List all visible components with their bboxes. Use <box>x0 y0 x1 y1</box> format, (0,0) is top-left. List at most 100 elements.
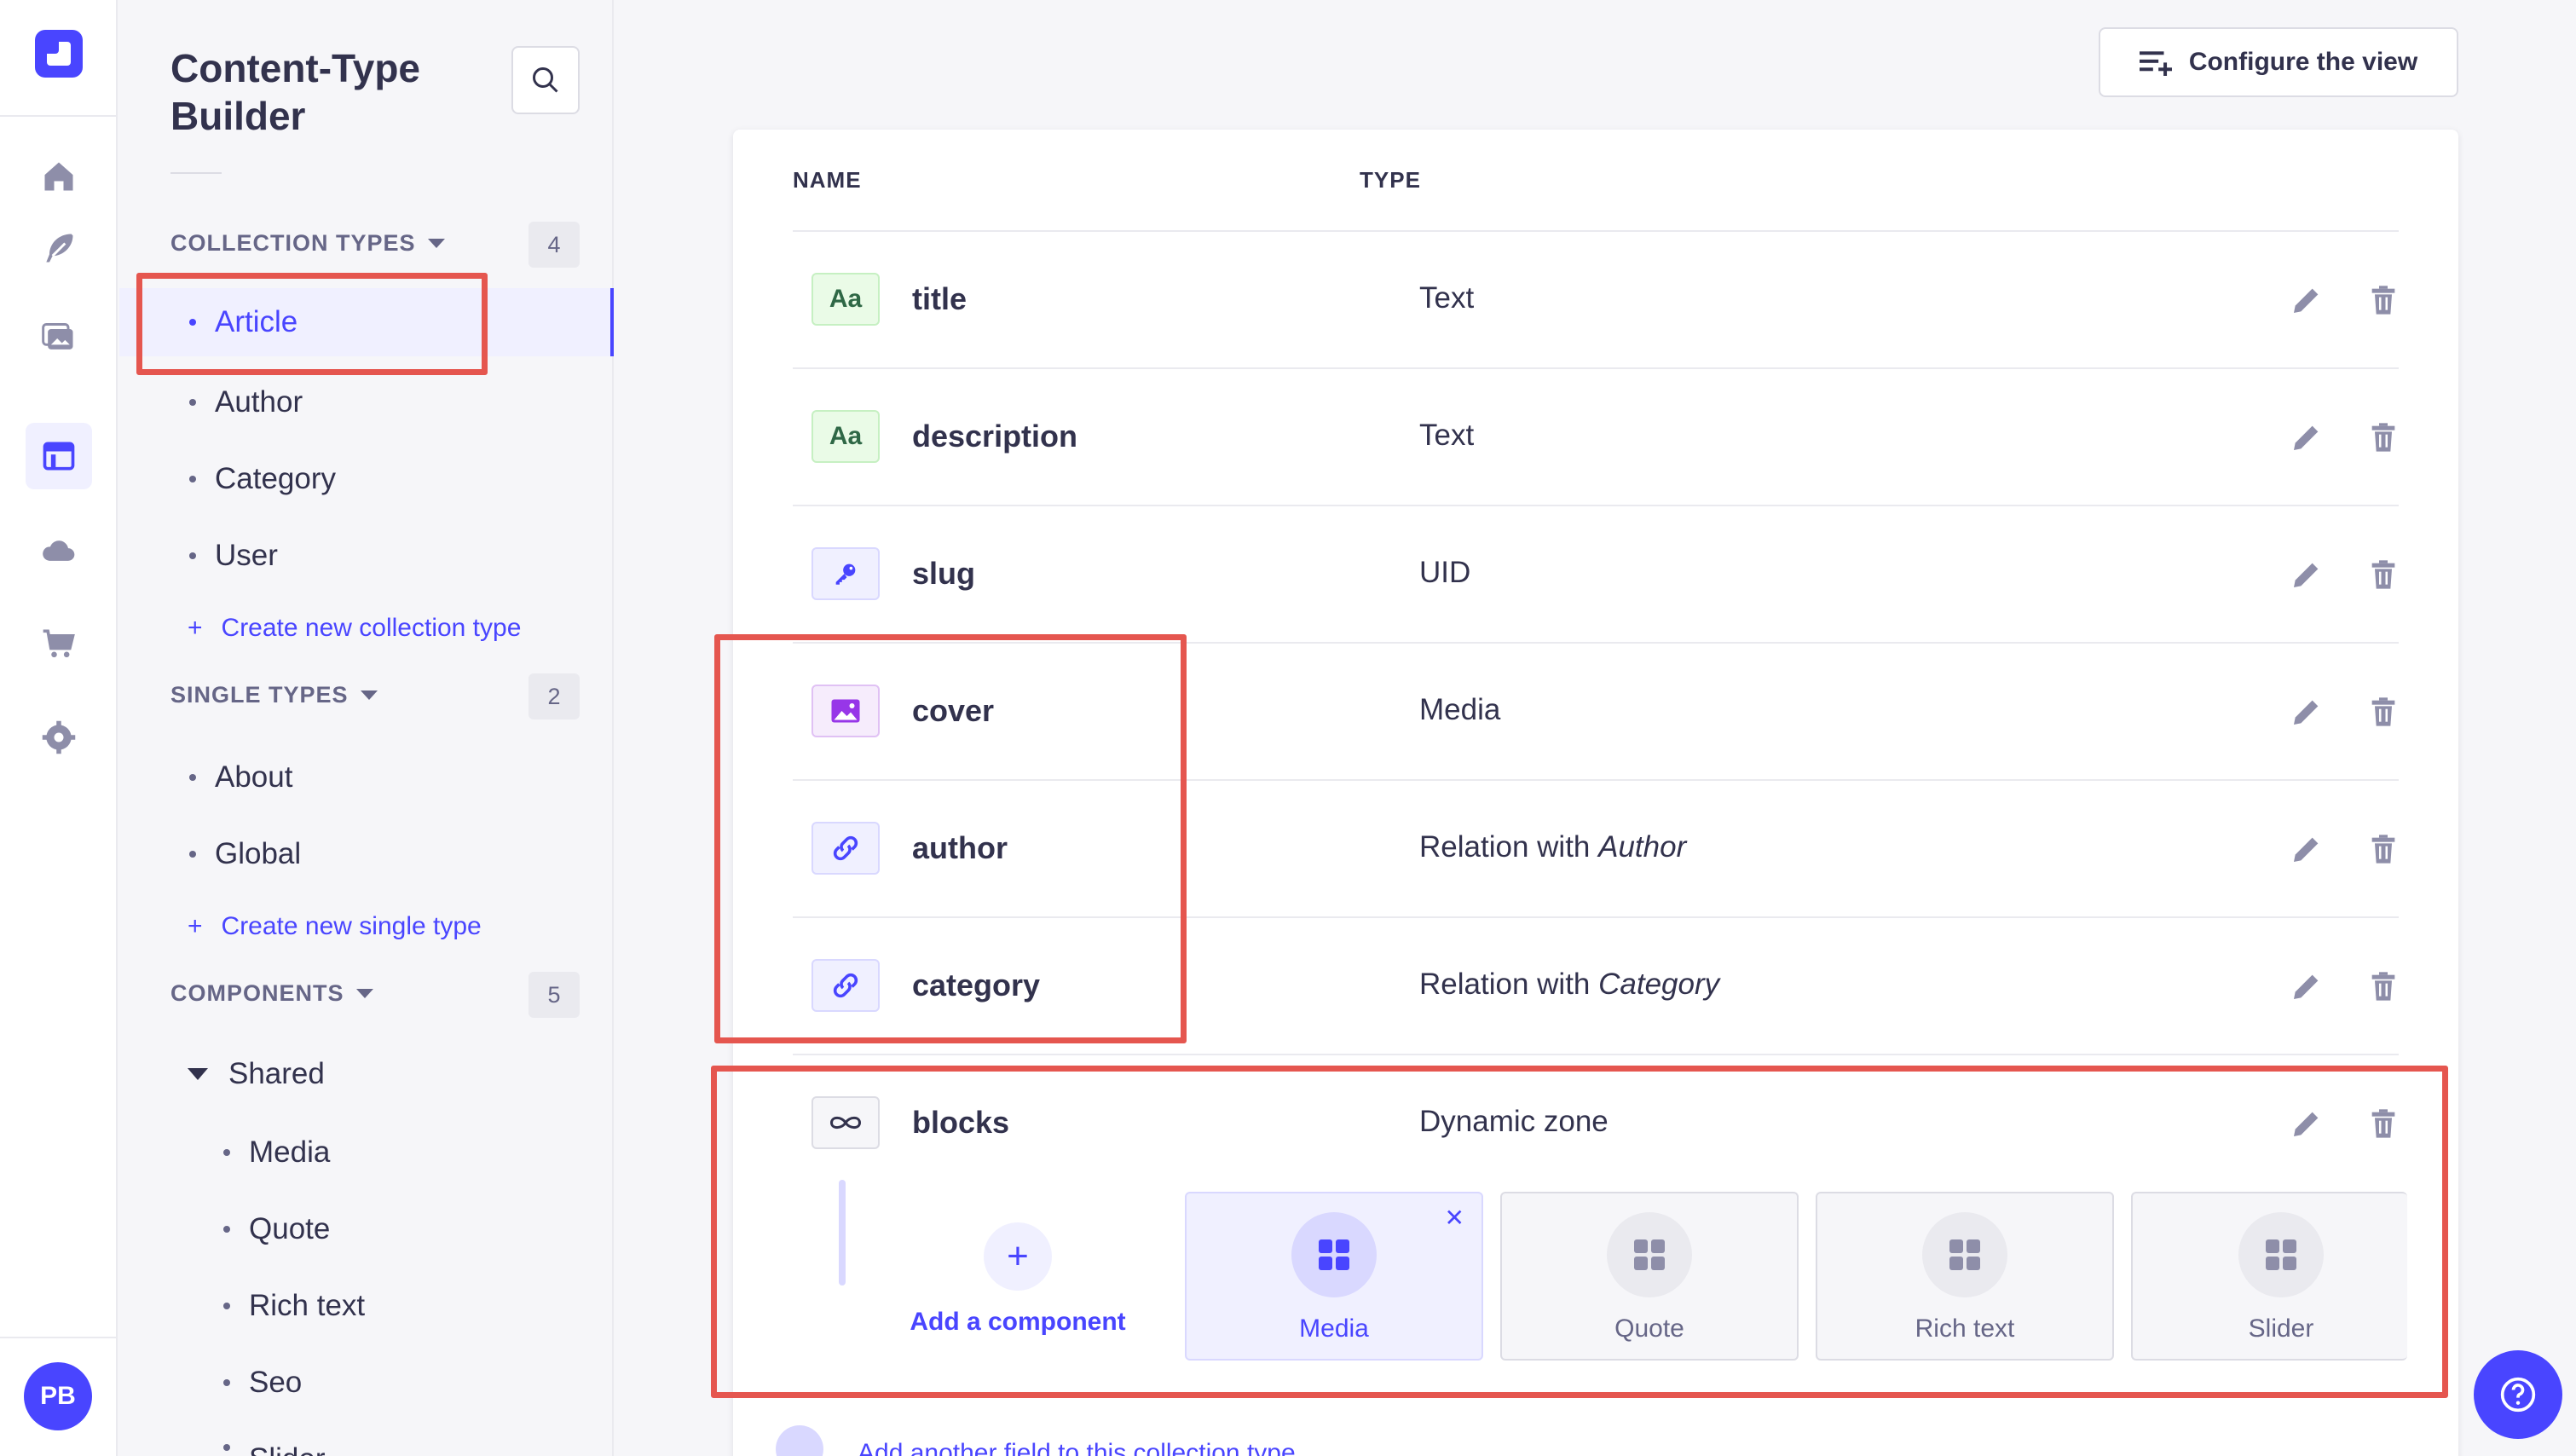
add-another-field-button[interactable]: Add another field to this collection typ… <box>776 1425 1296 1456</box>
nav-item-label: Rich text <box>249 1289 366 1322</box>
create-collection-type-link[interactable]: + Create new collection type <box>188 607 546 650</box>
trash-icon[interactable] <box>2366 420 2400 454</box>
field-type: UID <box>1419 556 1471 589</box>
text-icon: Aa <box>811 410 880 463</box>
plus-icon: + <box>188 614 203 642</box>
create-single-type-link[interactable]: + Create new single type <box>188 905 546 948</box>
nav-item-about[interactable]: About <box>119 743 614 812</box>
bullet <box>223 1149 230 1156</box>
layout-icon[interactable] <box>26 423 92 489</box>
feather-icon[interactable] <box>26 215 92 281</box>
rail-divider-bottom <box>0 1337 118 1338</box>
pencil-icon[interactable] <box>2290 695 2324 729</box>
nav-item-component-slider[interactable]: Slider <box>119 1425 614 1456</box>
search-button[interactable] <box>511 46 580 114</box>
caret-down-icon <box>427 238 445 248</box>
search-icon <box>533 67 558 93</box>
create-label: Create new collection type <box>221 614 522 642</box>
logo-notch <box>47 42 59 54</box>
plus-circle-icon <box>776 1425 823 1456</box>
nav-item-category[interactable]: Category <box>119 445 614 513</box>
configure-view-button[interactable]: Configure the view <box>2099 27 2458 97</box>
pencil-icon[interactable] <box>2290 558 2324 592</box>
bullet <box>223 1379 230 1386</box>
media-library-icon[interactable] <box>26 305 92 372</box>
group-label: Shared <box>228 1057 325 1090</box>
cart-icon[interactable] <box>26 610 92 677</box>
settings-gear-icon[interactable] <box>26 704 92 771</box>
plus-icon: + <box>188 912 203 940</box>
nav-item-label: Global <box>215 837 302 870</box>
table-row[interactable]: Aa title Text <box>793 232 2399 369</box>
section-single-types[interactable]: SINGLE TYPES 2 <box>170 673 580 719</box>
nav-item-author[interactable]: Author <box>119 368 614 436</box>
component-group-shared[interactable]: Shared <box>188 1049 325 1100</box>
pencil-icon[interactable] <box>2290 420 2324 454</box>
key-icon <box>811 547 880 600</box>
field-name: slug <box>912 556 976 591</box>
table-row[interactable]: Aa description Text <box>793 369 2399 506</box>
nav-item-component-seo[interactable]: Seo <box>119 1349 614 1417</box>
caret-down-icon <box>188 1068 208 1080</box>
trash-icon[interactable] <box>2366 283 2400 317</box>
count-badge: 4 <box>528 222 580 268</box>
nav-item-component-rich-text[interactable]: Rich text <box>119 1272 614 1340</box>
home-icon[interactable] <box>26 143 92 210</box>
field-type: Relation with Author <box>1419 830 1686 864</box>
trash-icon[interactable] <box>2366 695 2400 729</box>
cloud-icon[interactable] <box>26 517 92 583</box>
rail-divider <box>0 115 118 117</box>
section-components[interactable]: COMPONENTS 5 <box>170 972 580 1018</box>
bullet <box>223 1226 230 1233</box>
user-avatar[interactable]: PB <box>24 1362 92 1430</box>
trash-icon[interactable] <box>2366 969 2400 1003</box>
highlight-box-relations <box>714 634 1187 1043</box>
question-icon <box>2500 1377 2536 1413</box>
strapi-logo[interactable] <box>35 30 83 78</box>
list-settings-icon <box>2139 51 2172 76</box>
pencil-icon[interactable] <box>2290 283 2324 317</box>
field-type: Text <box>1419 281 1475 315</box>
nav-item-label: About <box>215 760 293 794</box>
relation-prefix: Relation with <box>1419 968 1599 1001</box>
nav-item-component-media[interactable]: Media <box>119 1118 614 1187</box>
add-another-label: Add another field to this collection typ… <box>858 1439 1296 1456</box>
bullet <box>189 476 196 482</box>
nav-item-label: User <box>215 539 278 572</box>
column-header-name: NAME <box>793 167 862 193</box>
nav-item-label: Seo <box>249 1366 303 1399</box>
subnav-title: Content-Type Builder <box>170 46 421 138</box>
section-label: SINGLE TYPES <box>170 681 349 708</box>
bullet <box>223 1444 230 1451</box>
configure-view-label: Configure the view <box>2188 48 2418 76</box>
relation-prefix: Relation with <box>1419 830 1599 864</box>
nav-item-label: Quote <box>249 1212 331 1245</box>
column-header-type: TYPE <box>1360 167 1421 193</box>
caret-down-icon <box>360 690 378 700</box>
nav-item-global[interactable]: Global <box>119 820 614 888</box>
title-divider <box>170 172 222 174</box>
highlight-box-article <box>136 273 488 375</box>
nav-item-label: Slider <box>249 1442 325 1456</box>
trash-icon[interactable] <box>2366 558 2400 592</box>
section-label: COLLECTION TYPES <box>170 229 416 256</box>
nav-item-label: Author <box>215 385 303 419</box>
section-label: COMPONENTS <box>170 979 344 1006</box>
nav-item-label: Category <box>215 462 337 495</box>
pencil-icon[interactable] <box>2290 969 2324 1003</box>
nav-item-component-quote[interactable]: Quote <box>119 1195 614 1263</box>
highlight-box-dynamic-zone <box>711 1066 2448 1398</box>
nav-item-user[interactable]: User <box>119 522 614 590</box>
trash-icon[interactable] <box>2366 832 2400 866</box>
text-icon: Aa <box>811 273 880 326</box>
help-button[interactable] <box>2474 1350 2562 1439</box>
section-collection-types[interactable]: COLLECTION TYPES 4 <box>170 222 580 268</box>
pencil-icon[interactable] <box>2290 832 2324 866</box>
field-name: title <box>912 281 967 316</box>
field-type: Media <box>1419 693 1501 726</box>
bullet <box>189 399 196 406</box>
relation-target: Author <box>1598 830 1687 864</box>
table-row[interactable]: slug UID <box>793 506 2399 644</box>
relation-target: Category <box>1598 968 1720 1001</box>
field-name: description <box>912 419 1078 454</box>
